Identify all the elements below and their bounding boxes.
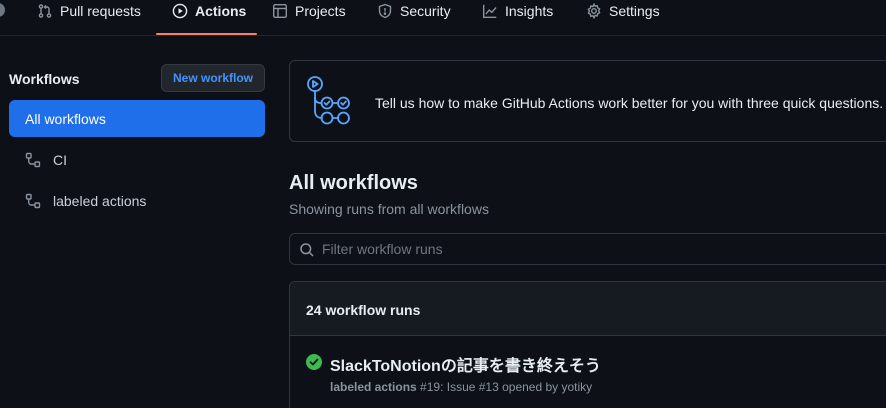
- workflow-icon: [25, 152, 41, 167]
- sidebar-item-label: All workflows: [25, 110, 106, 127]
- sidebar-item-ci[interactable]: CI: [9, 141, 265, 178]
- tab-label: Insights: [505, 3, 554, 19]
- sidebar-item-label: CI: [53, 151, 67, 168]
- tab-insights[interactable]: Insights: [482, 0, 553, 36]
- page-subtitle: Showing runs from all workflows: [289, 201, 489, 217]
- git-pull-request-icon: [38, 4, 52, 18]
- feedback-banner[interactable]: Tell us how to make GitHub Actions work …: [289, 60, 886, 142]
- tab-settings[interactable]: Settings: [586, 0, 660, 36]
- filter-workflow-runs[interactable]: [289, 233, 886, 265]
- filter-input[interactable]: [322, 234, 882, 264]
- run-title-link[interactable]: SlackToNotionの記事を書き終えそう: [330, 352, 601, 376]
- sidebar-item-label: labeled actions: [53, 192, 147, 209]
- sidebar-item-labeled-actions[interactable]: labeled actions: [9, 182, 265, 219]
- selected-tab-underline: [156, 33, 257, 35]
- run-meta: labeled actions #19: Issue #13 opened by…: [330, 380, 592, 394]
- new-workflow-button[interactable]: New workflow: [161, 64, 265, 92]
- workflow-icon: [25, 193, 41, 208]
- sidebar-item-all-workflows[interactable]: All workflows: [9, 100, 265, 137]
- actions-illustration-icon: [307, 76, 350, 125]
- table-icon: [273, 4, 288, 19]
- page-title: All workflows: [289, 172, 418, 194]
- runs-count: 24 workflow runs: [306, 302, 421, 318]
- tab-security[interactable]: Security: [377, 0, 451, 36]
- workflow-runs-list: 24 workflow runs SlackToNotionの記事を書き終えそう…: [289, 281, 886, 408]
- tab-label: Actions: [195, 3, 247, 19]
- tab-projects[interactable]: Projects: [272, 0, 346, 36]
- shield-icon: [378, 3, 392, 19]
- search-icon: [300, 243, 314, 257]
- tab-label: Projects: [295, 3, 346, 19]
- sidebar-title: Workflows: [9, 71, 80, 87]
- code-tab-icon[interactable]: [0, 3, 5, 17]
- tab-label: Security: [400, 3, 451, 19]
- table-row[interactable]: SlackToNotionの記事を書き終えそう labeled actions …: [290, 336, 886, 408]
- runs-header: 24 workflow runs: [290, 282, 886, 336]
- repo-nav: Pull requests Actions Projects Security …: [0, 0, 886, 36]
- tab-label: Settings: [609, 3, 660, 19]
- play-circle-icon: [172, 3, 188, 19]
- tab-pull-requests[interactable]: Pull requests: [37, 0, 141, 36]
- gear-icon: [587, 3, 601, 19]
- graph-icon: [483, 4, 497, 18]
- tab-label: Pull requests: [60, 3, 141, 19]
- run-workflow-name: labeled actions: [330, 380, 417, 394]
- tab-actions[interactable]: Actions: [172, 0, 246, 36]
- banner-text: Tell us how to make GitHub Actions work …: [375, 95, 884, 111]
- check-circle-fill-icon: [306, 354, 322, 370]
- run-details: #19: Issue #13 opened by yotiky: [420, 380, 593, 394]
